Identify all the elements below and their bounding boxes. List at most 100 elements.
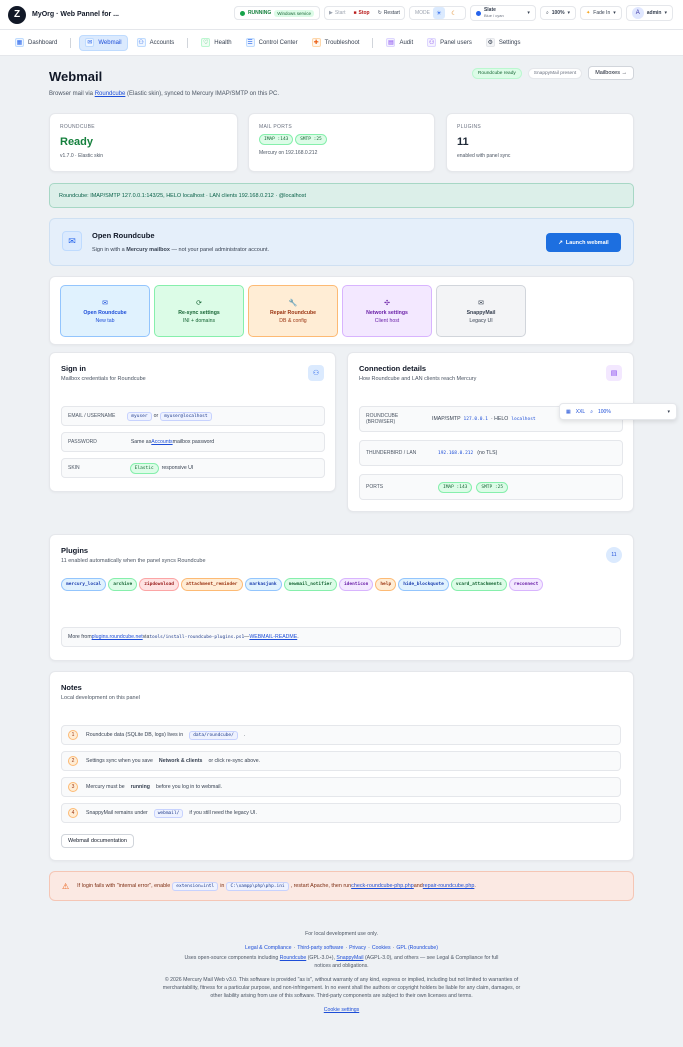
legal-link[interactable]: Legal & Compliance <box>245 945 291 951</box>
nav-troubleshoot[interactable]: ✚ Troubleshoot <box>307 35 365 51</box>
mailboxes-button[interactable]: Mailboxes → <box>588 66 634 80</box>
sun-icon[interactable]: ☀ <box>432 7 445 19</box>
mail-icon: ✉ <box>62 231 82 251</box>
stat-value: Ready <box>60 136 94 148</box>
password-row: PASSWORD Same as Accounts mailbox passwor… <box>61 432 325 452</box>
snappymail-link[interactable]: SnappyMail <box>336 955 363 961</box>
cookie-settings-link[interactable]: Cookie settings <box>324 1007 359 1013</box>
zoom-select[interactable]: ⌕ 100% ▾ <box>539 6 577 20</box>
note-item: 3 Mercury must be running before you log in… <box>61 777 621 797</box>
service-badge: Windows service <box>274 9 315 17</box>
theme-select[interactable]: Slate Blue / cyan ▾ <box>469 5 536 21</box>
launch-title: Open Roundcube <box>92 231 155 240</box>
username-code: myuser <box>127 411 152 421</box>
nav-control-center[interactable]: ☰ Control Center <box>241 35 303 51</box>
animation-select[interactable]: ✦ Fade In ▾ <box>580 6 622 20</box>
mode-toggle: MODE ☀ ☾ <box>408 6 466 20</box>
plugins-site-link[interactable]: plugins.roundcube.net <box>92 634 143 640</box>
snappymail-tile[interactable]: ✉ SnappyMail Legacy UI <box>436 285 526 337</box>
accounts-link[interactable]: Accounts <box>151 439 172 445</box>
row-label: THUNDERBIRD / LAN <box>366 450 417 456</box>
chevron-down-icon: ▾ <box>567 10 571 16</box>
start-button[interactable]: ▶ Start <box>325 7 349 19</box>
roundcube-link[interactable]: Roundcube <box>280 955 307 961</box>
nav-divider <box>372 37 374 48</box>
webmail-docs-button[interactable]: Webmail documentation <box>61 834 134 848</box>
panel-subtitle: 11 enabled automatically when the panel … <box>61 558 206 564</box>
status-dot <box>239 10 245 16</box>
moon-icon[interactable]: ☾ <box>448 7 460 19</box>
network-settings-tile[interactable]: ✣ Network settings Client host <box>342 285 432 337</box>
panel-title: Notes <box>61 683 82 692</box>
row-label: SKIN <box>68 465 80 471</box>
stat-roundcube: ROUNDCUBE Ready v1.7.0 · Elastic skin <box>49 113 238 172</box>
chevron-down-icon: ▾ <box>527 10 530 16</box>
nav-settings[interactable]: ⚙ Settings <box>481 35 526 51</box>
main-nav: ▦ Dashboard ✉ Webmail ⚇ Accounts ♡ Health ☰ C… <box>0 30 683 56</box>
nav-label: Settings <box>498 39 521 46</box>
panel-title: Connection details <box>359 364 427 373</box>
nav-dashboard[interactable]: ▦ Dashboard <box>10 35 62 51</box>
note-item: 4 SnappyMail remains under webmail/if you … <box>61 803 621 823</box>
heart-icon: ♡ <box>201 38 211 47</box>
stat-note: Mercury on 192.168.0.212 <box>259 150 318 156</box>
row-label: EMAIL / USERNAME <box>68 413 116 419</box>
nav-accounts[interactable]: ⚇ Accounts <box>132 35 180 51</box>
skin-tag: Elastic <box>129 462 159 474</box>
open-roundcube-tile[interactable]: ✉ Open Roundcube New tab <box>60 285 150 337</box>
launch-panel: ✉ Open Roundcube Sign in with a Mercury … <box>49 218 634 266</box>
connection-panel: Connection details How Roundcube and LAN… <box>347 352 634 512</box>
app-logo[interactable]: Z <box>8 5 26 24</box>
app-title: MyOrg · Web Pannel for ... <box>32 11 119 18</box>
nav-panel-users[interactable]: ⚇ Panel users <box>422 35 477 51</box>
theme-sub: Blue / cyan <box>483 13 504 18</box>
cookies-link[interactable]: Cookies <box>372 945 391 951</box>
floating-zoom-widget[interactable]: ▦ XXL ⌕ 100% ▾ <box>559 403 677 420</box>
panel-subtitle: Mailbox credentials for Roundcube <box>61 376 146 382</box>
users-icon: ⚇ <box>136 38 146 47</box>
service-status: RUNNING Windows service <box>233 6 321 20</box>
readme-link[interactable]: WEBMAIL-README <box>249 634 297 640</box>
footer-note: For local development use only. <box>305 931 378 937</box>
nav-audit[interactable]: ▤ Audit <box>381 35 418 51</box>
stop-button[interactable]: ■ Stop <box>349 7 373 19</box>
nav-label: Webmail <box>98 39 122 46</box>
warning-icon: ⚠ <box>62 881 70 891</box>
username: admin <box>646 10 662 16</box>
smtp-port-tag: SMTP :25 <box>476 481 509 493</box>
roundcube-link[interactable]: Roundcube <box>95 91 126 97</box>
check-php-link[interactable]: check-roundcube-php.php <box>351 883 414 889</box>
gpl-link[interactable]: GPL (Roundcube) <box>396 945 438 951</box>
nav-webmail[interactable]: ✉ Webmail <box>79 34 128 51</box>
plugin-tag: archive <box>108 578 138 591</box>
privacy-link[interactable]: Privacy <box>349 945 366 951</box>
chevron-down-icon: ▾ <box>613 10 616 16</box>
nav-divider <box>70 37 72 48</box>
nav-label: Accounts <box>149 39 175 46</box>
server-icon: ▤ <box>606 365 622 381</box>
launch-webmail-button[interactable]: ↗ Launch webmail <box>546 233 621 252</box>
user-menu[interactable]: Aadmin ▾ <box>625 5 673 21</box>
plugin-tag: hide_blockquote <box>398 578 449 591</box>
stat-label: PLUGINS <box>457 124 482 130</box>
plugin-tag: mercury_local <box>61 578 107 591</box>
size-value: XXL <box>575 408 586 415</box>
imap-port-tag: IMAP :143 <box>438 481 473 493</box>
plugin-count-badge: 11 <box>606 547 622 563</box>
nav-label: Health <box>214 39 232 46</box>
action-tiles: ✉ Open Roundcube New tab ⟳ Re-sync settings… <box>49 276 634 345</box>
restart-button[interactable]: ↻ Restart <box>374 7 404 19</box>
mail-icon: ✉ <box>102 299 108 307</box>
panel-subtitle: Local development on this panel <box>61 695 140 701</box>
stat-note: enabled with panel sync <box>457 153 511 159</box>
row-label: ROUNDCUBE (BROWSER) <box>366 413 399 425</box>
repair-roundcube-tile[interactable]: 🔧 Repair Roundcube DB & config <box>248 285 338 337</box>
third-party-link[interactable]: Third-party software <box>297 945 343 951</box>
sparkle-icon: ✦ <box>586 10 591 16</box>
stat-value: 11 <box>457 136 469 148</box>
repair-link[interactable]: repair-roundcube.php <box>423 883 475 889</box>
smtp-port-tag: SMTP :25 <box>295 134 327 145</box>
resync-tile[interactable]: ⟳ Re-sync settings INI + domains <box>154 285 244 337</box>
nav-health[interactable]: ♡ Health <box>196 35 236 51</box>
external-link-icon: ↗ <box>558 239 563 246</box>
